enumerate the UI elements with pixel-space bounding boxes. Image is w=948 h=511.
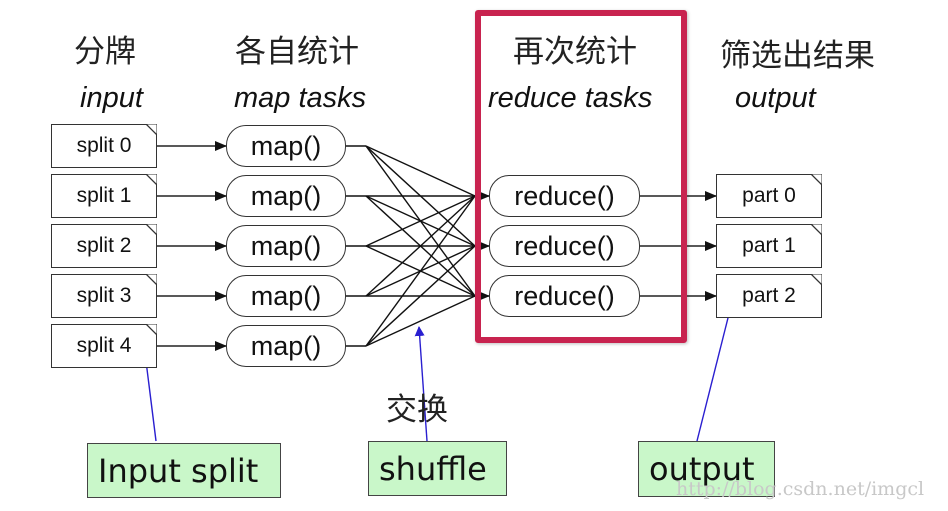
shuffle-line (365, 195, 476, 347)
shuffle-label-cn: 交换 (386, 392, 448, 428)
note-shuffle: shuffle (368, 441, 507, 496)
reduce-label: reduce() (514, 280, 615, 311)
output-part-box: part 2 (716, 274, 822, 318)
callout-output (696, 305, 734, 442)
map-task: map() (226, 225, 346, 267)
split-box: split 2 (51, 224, 157, 268)
map-label: map() (250, 330, 322, 361)
map-task: map() (226, 325, 346, 367)
output-part-box: part 1 (716, 224, 822, 268)
output-part-box: part 0 (716, 174, 822, 218)
page-fold-icon (146, 324, 157, 335)
part-label: part 2 (742, 284, 796, 307)
map-task: map() (226, 275, 346, 317)
map-task: map() (226, 175, 346, 217)
map-task: map() (226, 125, 346, 167)
split-label: split 4 (76, 334, 132, 357)
split-box: split 1 (51, 174, 157, 218)
split-label: split 0 (76, 134, 132, 157)
reduce-label: reduce() (514, 180, 615, 211)
page-fold-icon (146, 174, 157, 185)
map-label: map() (250, 230, 322, 261)
reduce-label: reduce() (514, 230, 615, 261)
page-fold-icon (811, 274, 822, 285)
split-label: split 2 (76, 234, 132, 257)
note-input-split-text: Input split (98, 451, 259, 490)
shuffle-line (365, 145, 476, 197)
map-label: map() (250, 280, 322, 311)
split-label: split 1 (76, 184, 132, 207)
split-box: split 0 (51, 124, 157, 168)
part-label: part 1 (742, 234, 796, 257)
page-fold-icon (146, 124, 157, 135)
note-input-split: Input split (87, 443, 281, 498)
reduce-task: reduce() (489, 275, 640, 317)
map-label: map() (250, 180, 322, 211)
reduce-task: reduce() (489, 175, 640, 217)
part-label: part 0 (742, 184, 796, 207)
page-fold-icon (146, 274, 157, 285)
note-shuffle-text: shuffle (379, 449, 487, 488)
reduce-task: reduce() (489, 225, 640, 267)
split-box: split 3 (51, 274, 157, 318)
map-label: map() (250, 130, 322, 161)
page-fold-icon (146, 224, 157, 235)
watermark: http://blog.csdn.net/imgcl (676, 478, 925, 500)
split-box: split 4 (51, 324, 157, 368)
split-label: split 3 (76, 284, 132, 307)
page-fold-icon (811, 224, 822, 235)
page-fold-icon (811, 174, 822, 185)
